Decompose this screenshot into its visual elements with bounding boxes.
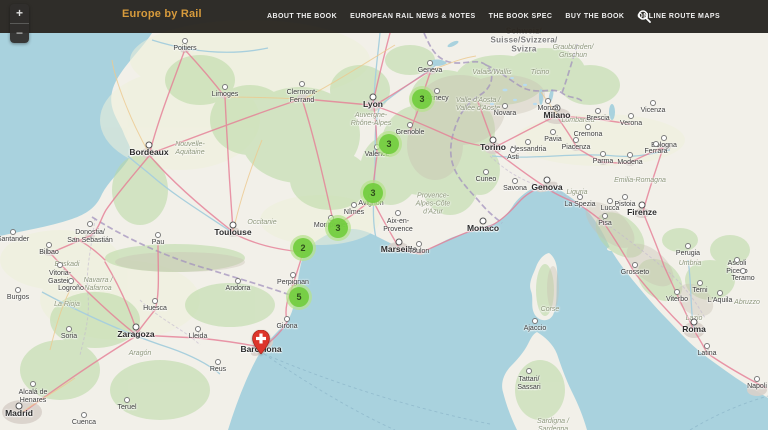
zoom-out-button[interactable]: −: [10, 23, 29, 43]
marker-cluster[interactable]: 2: [290, 235, 316, 261]
zoom-in-button[interactable]: +: [10, 4, 29, 23]
search-icon[interactable]: [637, 9, 651, 23]
location-pin-barcelona[interactable]: [252, 330, 270, 354]
map-zoom-control: + −: [10, 4, 29, 43]
marker-cluster[interactable]: 3: [409, 86, 435, 112]
marker-cluster[interactable]: 3: [376, 131, 402, 157]
cluster-count: 2: [300, 243, 305, 253]
marker-cluster[interactable]: 5: [286, 284, 312, 310]
nav-the-book-spec[interactable]: THE BOOK SPEC: [489, 13, 553, 20]
cluster-count: 5: [296, 292, 301, 302]
site-header: Europe by Rail ABOUT THE BOOK EUROPEAN R…: [0, 0, 768, 33]
cluster-count: 3: [335, 223, 340, 233]
map-artwork: [0, 0, 768, 430]
brand-logo[interactable]: Europe by Rail: [122, 8, 202, 20]
main-nav: ABOUT THE BOOK EUROPEAN RAIL NEWS & NOTE…: [267, 0, 720, 33]
map-canvas[interactable]: [0, 0, 768, 430]
nav-buy-the-book[interactable]: BUY THE BOOK: [565, 13, 624, 20]
nav-european-rail-news-notes[interactable]: EUROPEAN RAIL NEWS & NOTES: [350, 13, 476, 20]
cluster-count: 3: [386, 139, 391, 149]
marker-cluster[interactable]: 3: [325, 215, 351, 241]
nav-about-the-book[interactable]: ABOUT THE BOOK: [267, 13, 337, 20]
marker-cluster[interactable]: 3: [360, 180, 386, 206]
cluster-count: 3: [419, 94, 424, 104]
europe-by-rail-page: Schweiz/ Suisse/Svizzera/ SvizraNouvelle…: [0, 0, 768, 430]
cluster-count: 3: [370, 188, 375, 198]
